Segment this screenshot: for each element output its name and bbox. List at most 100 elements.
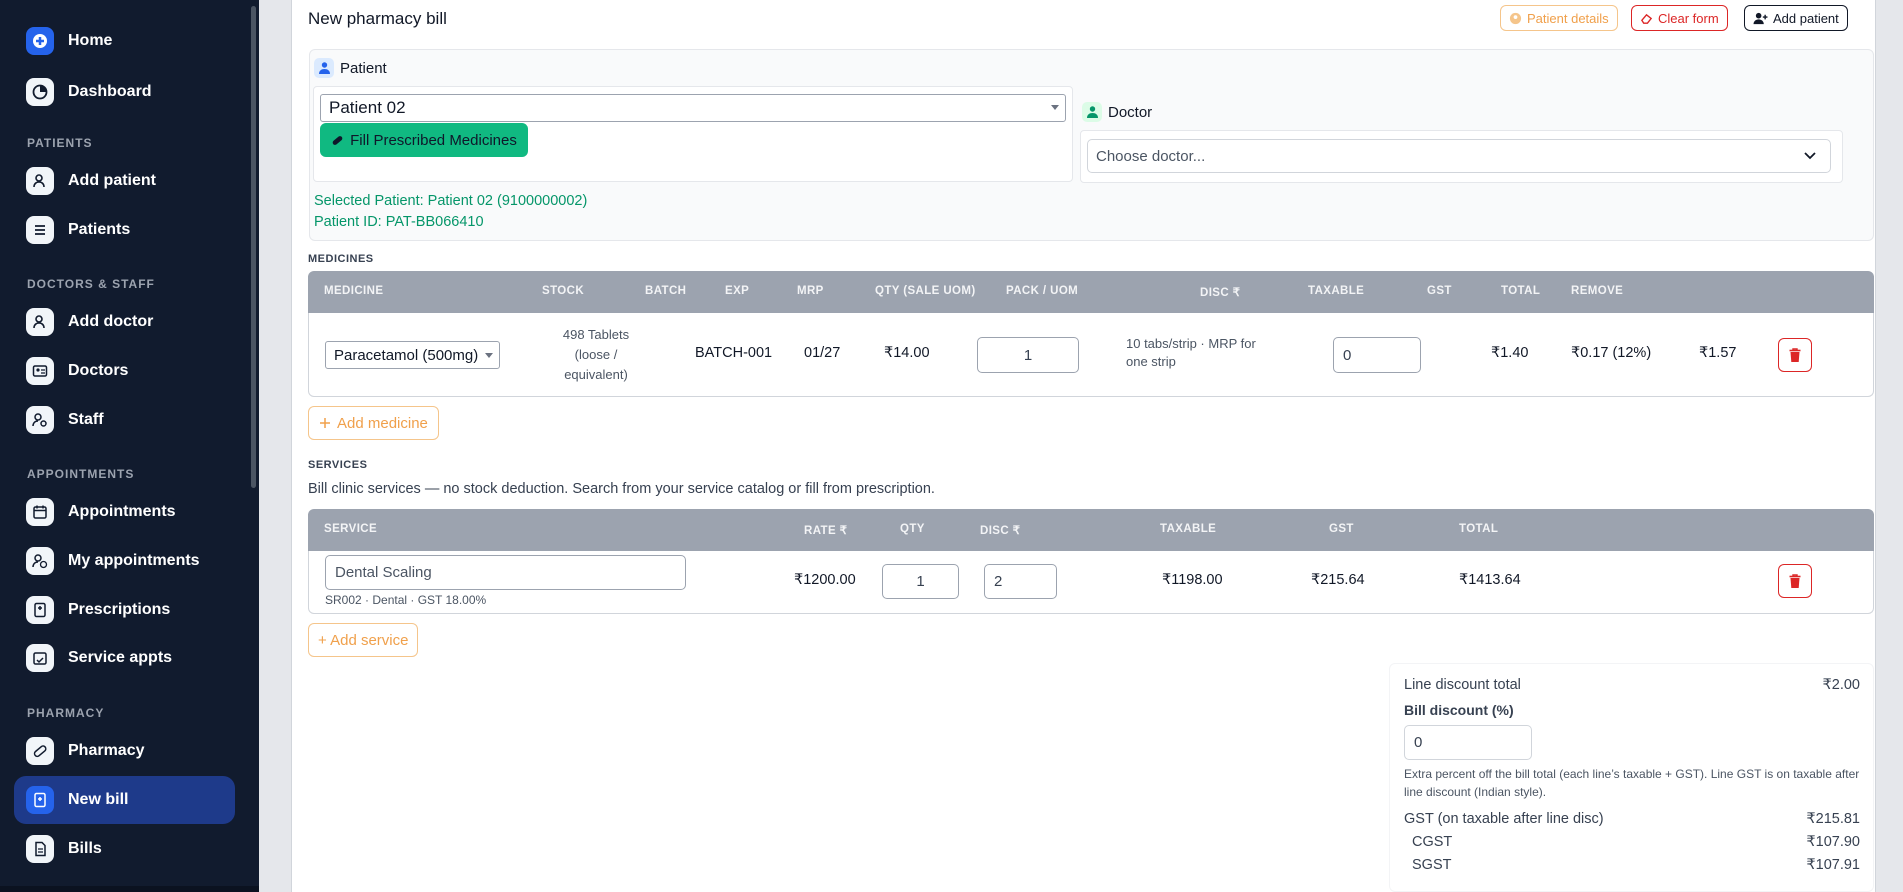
sidebar-item-bills[interactable]: Bills [14,825,235,873]
fill-prescribed-medicines-button[interactable]: Fill Prescribed Medicines [320,123,528,157]
col-batch: BATCH [645,285,687,297]
doctor-select-placeholder: Choose doctor... [1096,147,1206,165]
sidebar-item-add-patient[interactable]: Add patient [14,157,235,205]
sidebar-item-doctors[interactable]: Doctors [14,347,235,395]
bill-discount-label: Bill discount (%) [1404,702,1514,718]
medicines-heading: MEDICINES [308,253,374,265]
prescription-icon [26,596,54,624]
sidebar-item-new-bill[interactable]: New bill [14,776,235,824]
sidebar: Home Dashboard PATIENTS Add patient Pati… [0,0,259,892]
remove-service-button[interactable] [1778,564,1812,598]
service-row: Dental Scaling SR002 · Dental · GST 18.0… [308,551,1874,614]
sidebar-item-prescriptions[interactable]: Prescriptions [14,586,235,634]
bill-summary: Line discount total ₹2.00 Bill discount … [1389,663,1874,892]
sidebar-item-service-appts[interactable]: Service appts [14,634,235,682]
service-search-input[interactable]: Dental Scaling [325,555,686,590]
prescription-bottle-icon [26,786,54,814]
home-icon [26,27,54,55]
sidebar-item-pharmacy[interactable]: Pharmacy [14,727,235,775]
patient-select[interactable]: Patient 02 [320,94,1066,122]
calendar-check-icon [26,644,54,672]
col-gst: GST [1427,285,1452,297]
col-taxable: TAXABLE [1308,285,1365,297]
col-total: TOTAL [1501,285,1541,297]
col-qty: QTY (SALE UOM) [875,285,976,297]
doctor-label-row: Doctor [1082,102,1152,122]
sidebar-item-dashboard[interactable]: Dashboard [14,68,235,116]
sidebar-scrollbar[interactable] [251,6,256,488]
fill-prescribed-label: Fill Prescribed Medicines [350,131,517,149]
user-icon [314,58,334,78]
eraser-icon [1640,13,1653,24]
patient-details-button[interactable]: Patient details [1500,5,1618,31]
sidebar-item-label: Add doctor [68,313,154,330]
sidebar-item-label: New bill [68,791,129,808]
service-qty-input[interactable]: 1 [882,564,959,599]
gst-row: GST (on taxable after line disc) ₹215.81 [1404,811,1860,827]
sidebar-item-label: Dashboard [68,83,152,100]
col-service: SERVICE [324,523,378,535]
patient-label: Patient [340,59,387,77]
section-label-doctors-staff: DOCTORS & STAFF [27,277,155,291]
service-taxable: ₹1198.00 [1162,572,1223,588]
patient-id-line: Patient ID: PAT-BB066410 [314,214,484,230]
sidebar-item-label: Doctors [68,362,129,379]
user-gear-icon [26,406,54,434]
cgst-row: CGST ₹107.90 [1412,834,1860,850]
services-description: Bill clinic services — no stock deductio… [308,481,935,497]
sidebar-item-my-appointments[interactable]: My appointments [14,537,235,585]
sidebar-item-label: Appointments [68,503,176,520]
user-clock-icon [26,547,54,575]
sidebar-item-patients[interactable]: Patients [14,206,235,254]
trash-icon [1789,348,1801,362]
user-circle-icon [1509,12,1522,24]
clear-form-button[interactable]: Clear form [1631,5,1728,31]
cgst-value: ₹107.90 [1806,834,1860,850]
sidebar-item-label: Pharmacy [68,742,145,759]
cgst-label: CGST [1412,834,1453,850]
section-label-pharmacy: PHARMACY [27,706,105,720]
patient-select-value: Patient 02 [329,98,406,117]
patient-select-panel: Patient 02 Fill Prescribed Medicines [313,86,1073,182]
medicine-exp: 01/27 [804,345,841,361]
add-service-label: + Add service [318,631,409,649]
service-rate: ₹1200.00 [794,572,856,588]
medicine-disc-input[interactable]: 0 [1333,337,1421,373]
service-disc-input[interactable]: 2 [984,564,1057,599]
selected-patient-line: Selected Patient: Patient 02 (9100000002… [314,193,587,209]
col-service-gst: GST [1329,523,1354,535]
col-remove: REMOVE [1571,285,1624,297]
sgst-value: ₹107.91 [1806,857,1860,873]
remove-medicine-button[interactable] [1778,338,1812,372]
sidebar-item-add-doctor[interactable]: Add doctor [14,298,235,346]
add-service-button[interactable]: + Add service [308,623,419,657]
service-meta: SR002 · Dental · GST 18.00% [325,593,487,607]
col-service-total: TOTAL [1459,523,1499,535]
sidebar-item-appointments[interactable]: Appointments [14,488,235,536]
medicine-batch: BATCH-001 [695,345,773,361]
trash-icon [1789,574,1801,588]
sidebar-item-staff[interactable]: Staff [14,396,235,444]
patient-id-prefix: Patient ID: [314,214,386,230]
sidebar-item-label: Bills [68,840,102,857]
col-pack: PACK / UOM [1006,285,1079,297]
sidebar-item-home[interactable]: Home [14,17,235,65]
page-title: New pharmacy bill [308,9,447,28]
add-medicine-label: Add medicine [337,414,428,432]
bill-discount-input[interactable]: 0 [1404,725,1532,760]
medicine-qty-input[interactable]: 1 [977,337,1079,373]
add-patient-button[interactable]: Add patient [1744,5,1848,31]
bill-discount-note: Extra percent off the bill total (each l… [1404,767,1860,799]
sidebar-item-label: Staff [68,411,104,428]
sgst-row: SGST ₹107.91 [1412,857,1860,873]
col-exp: EXP [725,285,750,297]
medicine-gst: ₹0.17 (12%) [1571,345,1652,361]
col-disc: DISC ₹ [1200,287,1241,299]
section-label-appointments: APPOINTMENTS [27,467,135,481]
doctor-select[interactable]: Choose doctor... [1087,139,1831,173]
gst-label: GST (on taxable after line disc) [1404,811,1604,827]
add-medicine-button[interactable]: Add medicine [308,406,439,440]
services-table-header: SERVICE RATE ₹ QTY DISC ₹ TAXABLE GST TO… [308,509,1874,551]
gst-value: ₹215.81 [1806,811,1860,827]
medicine-select[interactable]: Paracetamol (500mg) [325,341,500,369]
